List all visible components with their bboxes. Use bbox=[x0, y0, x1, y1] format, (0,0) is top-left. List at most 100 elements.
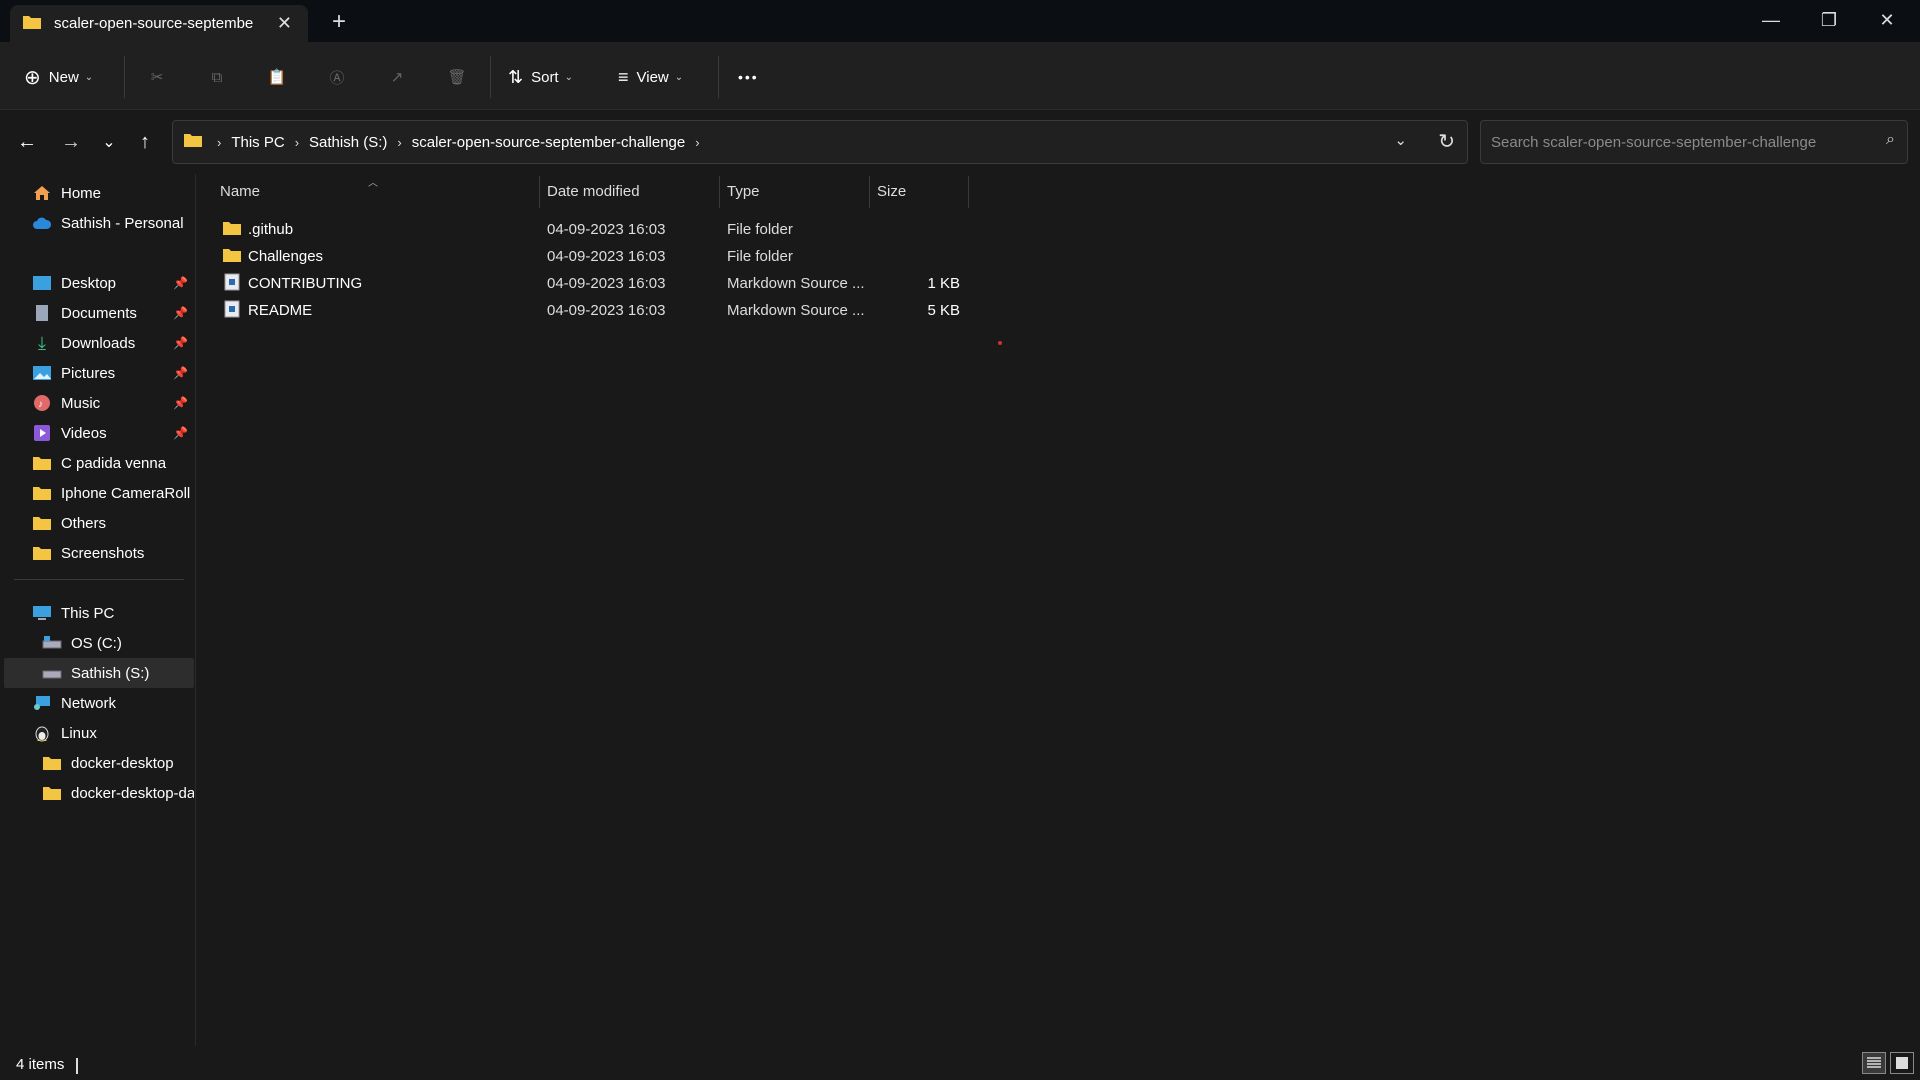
sidebar-item-downloads[interactable]: ⤓ Downloads 📌 bbox=[4, 328, 194, 358]
sidebar-item-onedrive[interactable]: Sathish - Personal bbox=[4, 208, 194, 238]
new-tab-button[interactable]: + bbox=[332, 8, 346, 36]
close-tab-icon[interactable]: ✕ bbox=[277, 13, 292, 34]
new-button[interactable]: ⊕ New ⌄ bbox=[24, 60, 93, 94]
sidebar-label: OS (C:) bbox=[71, 634, 122, 652]
share-icon[interactable]: ↗ bbox=[384, 64, 410, 90]
sidebar-item-docker-desktop-data[interactable]: docker-desktop-da bbox=[4, 778, 194, 808]
tab-title: scaler-open-source-septembe bbox=[54, 15, 254, 32]
search-input[interactable] bbox=[1481, 121, 1851, 163]
file-row[interactable]: README 04-09-2023 16:03 Markdown Source … bbox=[200, 297, 1000, 324]
sidebar-item-music[interactable]: ♪ Music 📌 bbox=[4, 388, 194, 418]
file-name: .github bbox=[248, 221, 294, 238]
folder-icon bbox=[42, 784, 62, 802]
sidebar-item-network[interactable]: Network bbox=[4, 688, 194, 718]
pin-icon[interactable]: 📌 bbox=[173, 276, 188, 290]
pin-icon[interactable]: 📌 bbox=[173, 306, 188, 320]
drive-icon bbox=[42, 664, 62, 682]
sidebar-label: Music bbox=[61, 394, 101, 412]
sidebar-label: Iphone CameraRoll bbox=[61, 484, 191, 502]
pin-icon[interactable]: 📌 bbox=[173, 396, 188, 410]
more-options-button[interactable]: ••• bbox=[738, 60, 759, 94]
sidebar-label: Downloads bbox=[61, 334, 136, 352]
file-date: 04-09-2023 16:03 bbox=[547, 221, 666, 238]
sidebar-item-pictures[interactable]: Pictures 📌 bbox=[4, 358, 194, 388]
close-window-button[interactable]: ✕ bbox=[1864, 4, 1910, 36]
up-arrow-icon[interactable]: ↑ bbox=[130, 127, 160, 157]
sidebar-item-c-padida-venna[interactable]: C padida venna bbox=[4, 448, 194, 478]
drive-icon bbox=[42, 634, 62, 652]
address-dropdown-icon[interactable]: ⌄ bbox=[1394, 131, 1407, 149]
chevron-down-icon: ⌄ bbox=[674, 71, 684, 83]
file-date: 04-09-2023 16:03 bbox=[547, 302, 666, 319]
file-size: 1 KB bbox=[927, 275, 960, 292]
address-bar[interactable]: › This PC › Sathish (S:) › scaler-open-s… bbox=[172, 120, 1468, 164]
restore-button[interactable]: ❐ bbox=[1806, 4, 1852, 36]
minimize-button[interactable]: — bbox=[1748, 4, 1794, 36]
column-header-name[interactable]: Name bbox=[220, 174, 540, 208]
pin-icon[interactable]: 📌 bbox=[173, 366, 188, 380]
recent-locations-chevron-icon[interactable]: ⌄ bbox=[94, 127, 124, 157]
file-name: CONTRIBUTING bbox=[248, 275, 363, 292]
rename-icon[interactable]: Ⓐ bbox=[324, 64, 350, 90]
sidebar-item-home[interactable]: Home bbox=[4, 178, 194, 208]
chevron-right-icon[interactable]: › bbox=[695, 135, 699, 150]
paste-icon[interactable]: 📋 bbox=[264, 64, 290, 90]
title-bar: scaler-open-source-septembe ✕ + — ❐ ✕ bbox=[0, 0, 1920, 42]
file-type: Markdown Source ... bbox=[727, 302, 865, 319]
breadcrumb-folder[interactable]: scaler-open-source-september-challenge bbox=[412, 134, 685, 151]
sidebar-label: Home bbox=[61, 184, 102, 202]
column-header-size[interactable]: Size bbox=[877, 174, 967, 208]
sidebar-label: Desktop bbox=[61, 274, 117, 292]
file-row[interactable]: Challenges 04-09-2023 16:03 File folder bbox=[200, 243, 1000, 270]
file-row[interactable]: .github 04-09-2023 16:03 File folder bbox=[200, 216, 1000, 243]
breadcrumb-drive[interactable]: Sathish (S:) bbox=[309, 134, 387, 151]
sidebar-label: Network bbox=[61, 694, 117, 712]
search-icon[interactable]: ⌕ bbox=[1886, 131, 1895, 149]
folder-icon bbox=[222, 220, 242, 240]
sidebar-item-linux[interactable]: Linux bbox=[4, 718, 194, 748]
sort-button[interactable]: ⇅ Sort ⌄ bbox=[508, 60, 573, 94]
document-icon bbox=[32, 304, 52, 322]
sidebar-label: Sathish - Personal bbox=[61, 214, 184, 232]
linux-penguin-icon bbox=[32, 724, 52, 742]
sidebar-item-docker-desktop[interactable]: docker-desktop bbox=[4, 748, 194, 778]
file-name: Challenges bbox=[248, 248, 324, 265]
details-view-icon[interactable] bbox=[1862, 1052, 1886, 1074]
forward-arrow-icon[interactable]: → bbox=[56, 127, 86, 157]
sidebar-item-this-pc[interactable]: This PC bbox=[4, 598, 194, 628]
sidebar-item-os-c[interactable]: OS (C:) bbox=[4, 628, 194, 658]
sidebar-item-others[interactable]: Others bbox=[4, 508, 194, 538]
plus-circle-icon: ⊕ bbox=[24, 66, 41, 89]
markdown-file-icon bbox=[224, 273, 240, 295]
pin-icon[interactable]: 📌 bbox=[173, 426, 188, 440]
column-header-date[interactable]: Date modified bbox=[547, 174, 717, 208]
sidebar-item-videos[interactable]: Videos 📌 bbox=[4, 418, 194, 448]
cut-icon[interactable]: ✂ bbox=[144, 64, 170, 90]
pin-icon[interactable]: 📌 bbox=[173, 336, 188, 350]
large-icons-view-icon[interactable] bbox=[1890, 1052, 1914, 1074]
column-header-type[interactable]: Type bbox=[727, 174, 867, 208]
address-row: ← → ⌄ ↑ › This PC › Sathish (S:) › scale… bbox=[0, 110, 1920, 174]
sidebar-item-documents[interactable]: Documents 📌 bbox=[4, 298, 194, 328]
sidebar-item-desktop[interactable]: Desktop 📌 bbox=[4, 268, 194, 298]
sidebar-item-iphone-cameraroll[interactable]: Iphone CameraRoll bbox=[4, 478, 194, 508]
search-box[interactable]: ⌕ bbox=[1480, 120, 1908, 164]
refresh-icon[interactable]: ↻ bbox=[1438, 129, 1455, 154]
file-name: README bbox=[248, 302, 313, 319]
sidebar-label: docker-desktop bbox=[71, 754, 174, 772]
status-bar: 4 items bbox=[0, 1046, 1920, 1080]
chevron-down-icon: ⌄ bbox=[564, 71, 573, 83]
view-button[interactable]: ≡ View ⌄ bbox=[618, 60, 683, 94]
divider bbox=[14, 579, 184, 580]
copy-icon[interactable]: ⧉ bbox=[204, 64, 230, 90]
back-arrow-icon[interactable]: ← bbox=[12, 127, 42, 157]
breadcrumb-this-pc[interactable]: This PC bbox=[231, 134, 284, 151]
folder-icon bbox=[32, 484, 52, 502]
sidebar-item-screenshots[interactable]: Screenshots bbox=[4, 538, 194, 568]
file-row[interactable]: CONTRIBUTING 04-09-2023 16:03 Markdown S… bbox=[200, 270, 1000, 297]
sidebar-item-sathish-s[interactable]: Sathish (S:) bbox=[4, 658, 194, 688]
tab-current-folder[interactable]: scaler-open-source-septembe ✕ bbox=[10, 5, 308, 42]
sidebar-label: Pictures bbox=[61, 364, 116, 382]
delete-icon[interactable]: 🗑 bbox=[444, 64, 470, 90]
sidebar-label: Screenshots bbox=[61, 544, 145, 562]
